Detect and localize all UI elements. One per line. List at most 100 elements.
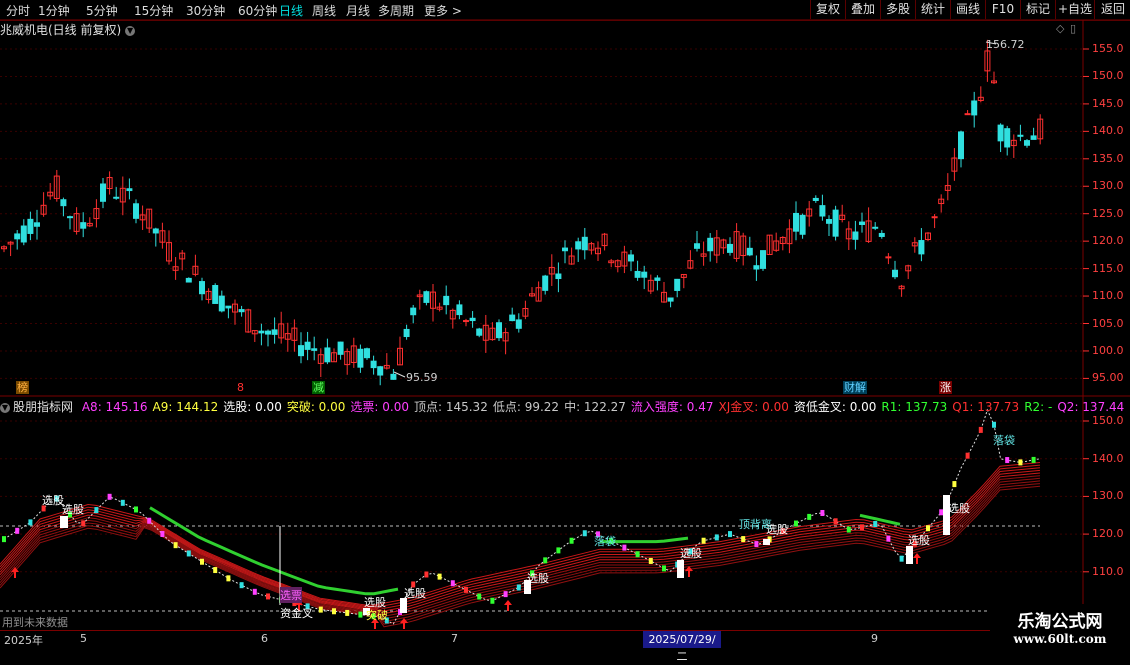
indicator-item-10: 资低金叉: 0.00 <box>793 400 877 414</box>
candlestick-chart[interactable] <box>0 0 1130 650</box>
candle-body <box>562 247 568 252</box>
indicator-block <box>147 517 152 524</box>
candle-body <box>918 240 925 255</box>
main-ytick: 155.0 <box>1092 42 1124 55</box>
indicator-block <box>728 531 732 538</box>
candle-body <box>694 243 700 249</box>
signal-xuangu-8: 选股 <box>908 534 930 547</box>
indicator-ytick: 120.0 <box>1092 527 1124 541</box>
signal-xuangu-9: 选股 <box>948 502 970 515</box>
candle-body <box>304 341 311 350</box>
candle-body <box>410 307 417 316</box>
indicator-block <box>173 542 178 549</box>
candle-body <box>819 205 826 217</box>
chevron-down-icon[interactable]: ▼ <box>0 402 10 413</box>
date-axis: 2025年 5 6 7 9 2025/07/29/二 <box>0 630 1130 663</box>
indicator-block <box>107 493 112 500</box>
indicator-item-2: 选股: 0.00 <box>223 400 282 414</box>
candle-body <box>997 124 1004 142</box>
candle-body <box>878 232 885 237</box>
candle-body <box>311 348 318 351</box>
candle-body <box>469 317 476 322</box>
indicator-block <box>252 588 257 595</box>
candle-body <box>476 328 483 336</box>
indicator-block <box>186 550 191 557</box>
indicator-block <box>239 582 244 589</box>
indicator-block <box>873 520 878 527</box>
indicator-ribbon <box>0 485 1041 628</box>
signal-zijinjiao: 资金叉 <box>280 607 313 620</box>
main-ytick: 130.0 <box>1092 179 1124 193</box>
marker-8: 8 <box>237 381 244 394</box>
candle-body <box>298 345 304 357</box>
indicator-item-12: Q1: 137.73 <box>952 400 1020 414</box>
date-may: 5 <box>80 632 87 645</box>
candle-body <box>463 320 469 323</box>
candle-body <box>199 281 205 295</box>
candle-body <box>456 304 463 316</box>
indicator-block <box>794 520 798 527</box>
future-data-note: 用到未来数据 <box>2 616 68 629</box>
indicator-block <box>437 573 442 580</box>
min-price-label: 95.59 <box>406 371 438 384</box>
indicator-block <box>464 586 468 593</box>
indicator-block <box>939 509 944 516</box>
indicator-block <box>2 536 6 543</box>
main-ytick: 125.0 <box>1092 206 1124 220</box>
indicator-block <box>120 499 125 506</box>
indicator-item-1: A9: 144.12 <box>152 400 219 414</box>
candle-body <box>218 295 225 312</box>
indicator-block <box>662 565 666 572</box>
indicator-block <box>926 525 930 532</box>
indicator-ytick: 110.0 <box>1092 564 1124 578</box>
candle-body <box>403 328 410 338</box>
candle-body <box>628 254 634 262</box>
indicator-legend: ▼ 股朋指标网 A8: 145.16 A9: 144.12 选股: 0.00 突破: 0… <box>0 398 1130 414</box>
indicator-item-5: 顶点: 145.32 <box>413 400 488 414</box>
candle-body <box>390 373 397 380</box>
candle-body <box>133 203 139 219</box>
candle-body <box>34 222 40 227</box>
date-jun: 6 <box>261 632 268 645</box>
indicator-block <box>846 526 851 533</box>
signal-xuangu-7: 选股 <box>766 523 788 536</box>
indicator-block <box>622 544 627 551</box>
indicator-block <box>332 608 336 615</box>
indicator-block <box>226 575 231 582</box>
candle-body <box>364 348 370 359</box>
indicator-item-14: Q2: 137.44 <box>1057 400 1125 414</box>
indicator-block <box>200 558 204 565</box>
candle-body <box>826 219 832 224</box>
candle-body <box>265 330 271 335</box>
candle-body <box>753 265 760 270</box>
candle-body <box>152 228 159 234</box>
indicator-block <box>701 537 706 544</box>
indicator-item-11: R1: 137.73 <box>881 400 948 414</box>
candle-body <box>60 199 67 207</box>
candle-body <box>27 218 34 234</box>
indicator-block <box>213 567 218 574</box>
max-price-label: 156.72 <box>986 38 1025 51</box>
indicator-item-4: 选票: 0.00 <box>350 400 409 414</box>
indicator-block <box>833 518 838 525</box>
candle-body <box>238 309 245 313</box>
candle-body <box>113 196 120 199</box>
candle-body <box>271 329 278 335</box>
watermark: 乐淘公式网 www.60lt.com <box>990 604 1130 648</box>
candle-body <box>707 237 714 252</box>
candle-body <box>812 197 819 201</box>
indicator-block <box>1031 456 1036 463</box>
candle-body <box>377 366 384 376</box>
signal-luodai-2: 落袋 <box>993 434 1015 447</box>
candle-body <box>852 231 859 240</box>
indicator-block <box>15 527 20 534</box>
indicator-block <box>81 520 86 527</box>
candle-body <box>212 285 219 304</box>
candle-body <box>654 277 661 281</box>
indicator-block <box>266 593 270 600</box>
indicator-block <box>965 452 970 459</box>
candle-body <box>641 271 648 278</box>
indicator-block <box>978 426 983 433</box>
indicator-block <box>450 580 455 587</box>
candle-body <box>581 236 588 251</box>
